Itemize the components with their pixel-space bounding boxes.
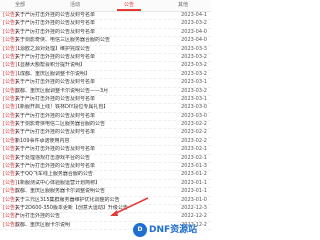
annotation-arrow (110, 197, 149, 216)
watermark-logo: D DNF资源站 (133, 222, 211, 238)
watermark-badge: D (133, 223, 147, 237)
watermark-text: DNF资源站 (149, 225, 198, 235)
